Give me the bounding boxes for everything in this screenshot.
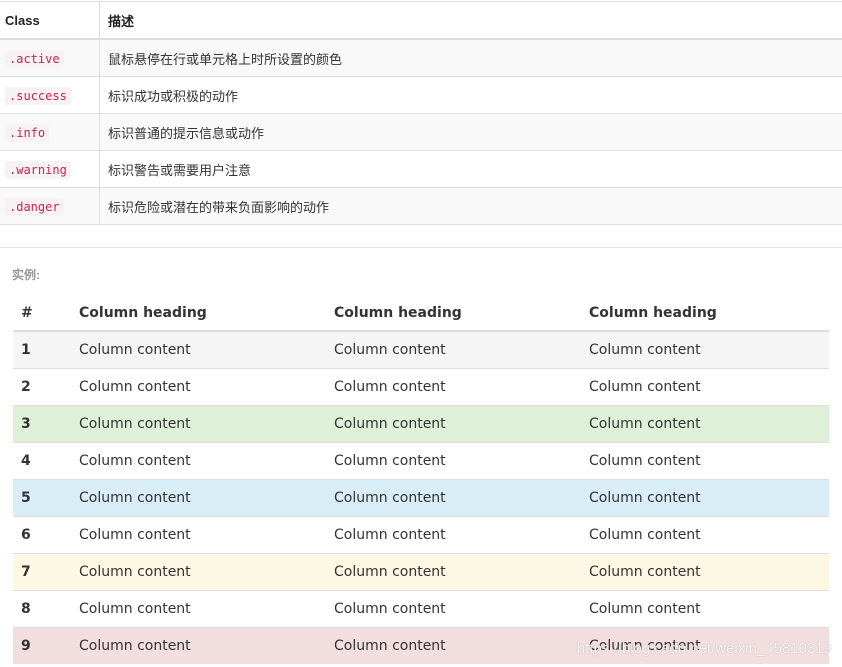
row-number: 4	[13, 442, 71, 480]
table-row: 9 Column content Column content Column c…	[13, 627, 829, 664]
cell: Column content	[326, 479, 581, 517]
ref-header-class: Class	[0, 1, 100, 40]
demo-table: # Column heading Column heading Column h…	[13, 295, 829, 664]
cell: Column content	[71, 368, 326, 406]
cell: Column content	[581, 627, 829, 664]
cell: Column content	[581, 368, 829, 406]
cell: Column content	[326, 405, 581, 443]
table-row: 5 Column content Column content Column c…	[13, 479, 829, 517]
demo-header-col3: Column heading	[581, 295, 829, 332]
table-row: 4 Column content Column content Column c…	[13, 442, 829, 480]
ref-header-row: Class 描述	[0, 1, 842, 40]
demo-header-row: # Column heading Column heading Column h…	[13, 295, 829, 332]
cell: Column content	[326, 330, 581, 369]
ref-row-danger: .danger 标识危险或潜在的带来负面影响的动作	[0, 187, 842, 225]
class-description: 标识成功或积极的动作	[99, 76, 842, 114]
row-number: 7	[13, 553, 71, 591]
ref-row-info: .info 标识普通的提示信息或动作	[0, 113, 842, 151]
table-row: 6 Column content Column content Column c…	[13, 516, 829, 554]
cell: Column content	[326, 553, 581, 591]
cell: Column content	[71, 442, 326, 480]
cell: Column content	[326, 516, 581, 554]
cell: Column content	[71, 627, 326, 664]
cell: Column content	[71, 553, 326, 591]
ref-row-active: .active 鼠标悬停在行或单元格上时所设置的颜色	[0, 38, 842, 77]
section-divider	[0, 247, 842, 248]
cell: Column content	[71, 405, 326, 443]
cell: Column content	[581, 516, 829, 554]
ref-row-warning: .warning 标识警告或需要用户注意	[0, 150, 842, 188]
row-number: 3	[13, 405, 71, 443]
cell: Column content	[581, 590, 829, 628]
cell: Column content	[581, 553, 829, 591]
cell: Column content	[71, 516, 326, 554]
class-description: 标识普通的提示信息或动作	[99, 113, 842, 151]
table-row: 8 Column content Column content Column c…	[13, 590, 829, 628]
ref-row-success: .success 标识成功或积极的动作	[0, 76, 842, 114]
class-code: .warning	[5, 160, 71, 179]
cell: Column content	[581, 405, 829, 443]
cell: Column content	[71, 330, 326, 369]
cell: Column content	[581, 330, 829, 369]
demo-header-col1: Column heading	[71, 295, 326, 332]
class-code: .active	[5, 49, 64, 68]
cell: Column content	[326, 627, 581, 664]
row-number: 9	[13, 627, 71, 664]
table-row: 2 Column content Column content Column c…	[13, 368, 829, 406]
row-number: 8	[13, 590, 71, 628]
contextual-classes-table: Class 描述 .active 鼠标悬停在行或单元格上时所设置的颜色 .suc…	[0, 1, 842, 225]
cell: Column content	[581, 442, 829, 480]
cell: Column content	[326, 368, 581, 406]
class-code: .success	[5, 86, 71, 105]
row-number: 5	[13, 479, 71, 517]
class-description: 标识危险或潜在的带来负面影响的动作	[99, 187, 842, 225]
class-code: .danger	[5, 197, 64, 216]
ref-header-desc: 描述	[99, 1, 842, 40]
row-number: 6	[13, 516, 71, 554]
cell: Column content	[326, 590, 581, 628]
cell: Column content	[326, 442, 581, 480]
class-description: 标识警告或需要用户注意	[99, 150, 842, 188]
cell: Column content	[71, 590, 326, 628]
class-description: 鼠标悬停在行或单元格上时所设置的颜色	[99, 38, 842, 77]
row-number: 2	[13, 368, 71, 406]
page: Class 描述 .active 鼠标悬停在行或单元格上时所设置的颜色 .suc…	[0, 0, 842, 667]
demo-header-col2: Column heading	[326, 295, 581, 332]
cell: Column content	[581, 479, 829, 517]
demo-header-number: #	[13, 295, 71, 332]
class-code: .info	[5, 123, 50, 142]
example-label: 实例:	[12, 268, 40, 282]
table-row: 7 Column content Column content Column c…	[13, 553, 829, 591]
row-number: 1	[13, 330, 71, 369]
table-row: 1 Column content Column content Column c…	[13, 330, 829, 369]
table-row: 3 Column content Column content Column c…	[13, 405, 829, 443]
cell: Column content	[71, 479, 326, 517]
